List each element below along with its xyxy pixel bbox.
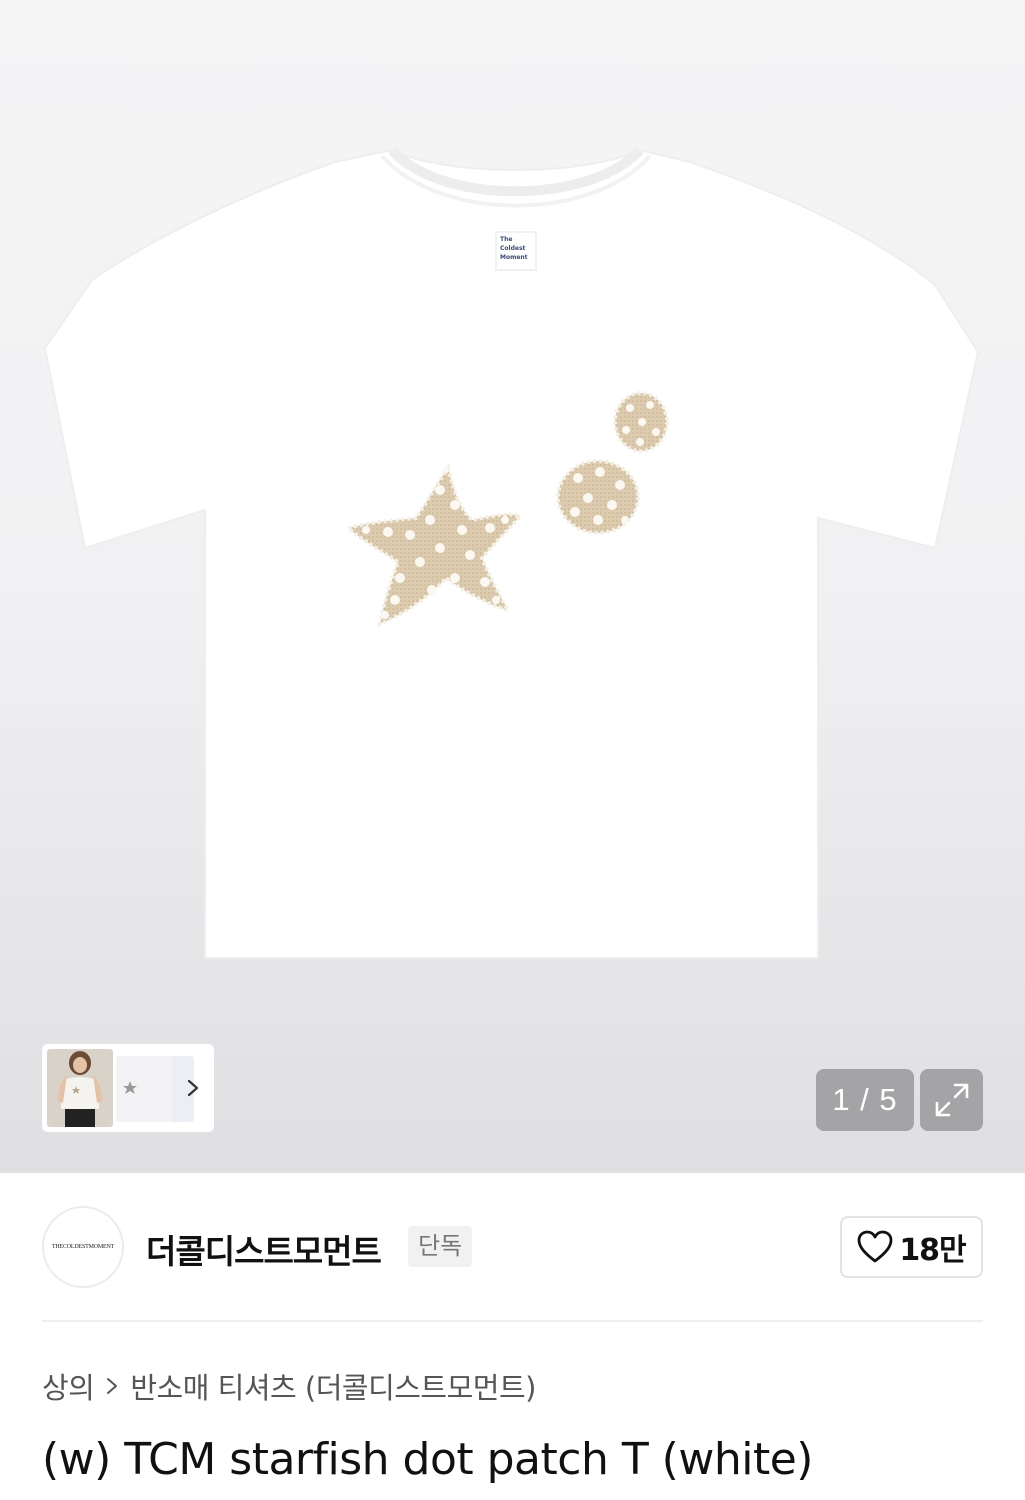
- thumbnail-strip[interactable]: [42, 1044, 214, 1132]
- brand-row: THECOLDESTMOMENT 더콜디스트모먼트 단독 18만: [0, 1173, 1025, 1321]
- chevron-right-icon: [104, 1376, 120, 1396]
- expand-arrows-icon: [935, 1083, 968, 1117]
- heart-outline-icon: [857, 1230, 893, 1263]
- divider: [42, 1320, 983, 1322]
- breadcrumb-subcategory[interactable]: 반소매 티셔츠 (더콜디스트모먼트): [130, 1365, 536, 1407]
- product-title: (w) TCM starfish dot patch T (white): [42, 1434, 813, 1485]
- thumbnail-model-photo[interactable]: [47, 1049, 113, 1127]
- neck-label-line1: The: [500, 236, 512, 243]
- breadcrumb-category[interactable]: 상의: [42, 1365, 95, 1407]
- neck-label-line3: Moment: [500, 254, 528, 261]
- brand-logo[interactable]: THECOLDESTMOMENT: [42, 1206, 124, 1288]
- expand-button[interactable]: [920, 1069, 983, 1131]
- exclusive-badge: 단독: [408, 1226, 473, 1267]
- thumbnail-ghost: [116, 1056, 172, 1122]
- product-image-tshirt: The Coldest Moment: [43, 146, 980, 959]
- breadcrumb: 상의 반소매 티셔츠 (더콜디스트모먼트): [42, 1366, 536, 1406]
- product-gallery[interactable]: The Coldest Moment 1 / 5: [0, 0, 1025, 1173]
- neck-label-line2: Coldest: [500, 245, 526, 252]
- image-page-counter: 1 / 5: [816, 1069, 914, 1131]
- chevron-right-icon[interactable]: [184, 1078, 202, 1098]
- brand-logo-text: THECOLDESTMOMENT: [51, 1244, 115, 1250]
- page-counter-text: 1 / 5: [832, 1082, 898, 1117]
- brand-name[interactable]: 더콜디스트모먼트: [146, 1225, 382, 1273]
- like-button[interactable]: 18만: [840, 1216, 983, 1278]
- like-count: 18만: [899, 1233, 966, 1268]
